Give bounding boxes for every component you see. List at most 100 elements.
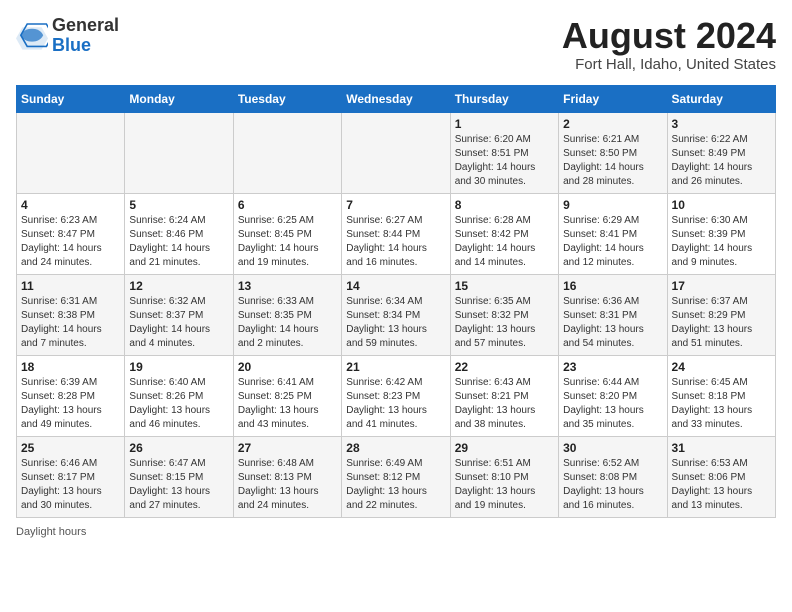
calendar-cell: 26Sunrise: 6:47 AM Sunset: 8:15 PM Dayli… xyxy=(125,436,233,517)
day-number: 19 xyxy=(129,360,228,374)
day-info: Sunrise: 6:45 AM Sunset: 8:18 PM Dayligh… xyxy=(672,376,771,432)
day-info: Sunrise: 6:41 AM Sunset: 8:25 PM Dayligh… xyxy=(238,376,337,432)
day-info: Sunrise: 6:29 AM Sunset: 8:41 PM Dayligh… xyxy=(563,214,662,270)
calendar-cell: 13Sunrise: 6:33 AM Sunset: 8:35 PM Dayli… xyxy=(233,274,341,355)
day-header-thursday: Thursday xyxy=(450,85,558,112)
day-number: 23 xyxy=(563,360,662,374)
day-number: 7 xyxy=(346,198,445,212)
day-info: Sunrise: 6:24 AM Sunset: 8:46 PM Dayligh… xyxy=(129,214,228,270)
day-info: Sunrise: 6:51 AM Sunset: 8:10 PM Dayligh… xyxy=(455,457,554,513)
calendar-cell xyxy=(17,112,125,193)
day-header-saturday: Saturday xyxy=(667,85,775,112)
day-number: 17 xyxy=(672,279,771,293)
day-header-sunday: Sunday xyxy=(17,85,125,112)
day-number: 31 xyxy=(672,441,771,455)
day-number: 11 xyxy=(21,279,120,293)
calendar-cell: 14 Sunrise: 6:34 AM Sunset: 8:34 PM Dayli… xyxy=(342,274,450,355)
calendar-cell: 20 Sunrise: 6:41 AM Sunset: 8:25 PM Dayli… xyxy=(233,355,341,436)
day-number: 20 xyxy=(238,360,337,374)
day-number: 28 xyxy=(346,441,445,455)
day-info: Sunrise: 6:22 AM Sunset: 8:49 PM Dayligh… xyxy=(672,133,771,189)
day-info: Sunrise: 6:36 AM Sunset: 8:31 PM Dayligh… xyxy=(563,295,662,351)
calendar-cell: 27 Sunrise: 6:48 AM Sunset: 8:13 PM Dayli… xyxy=(233,436,341,517)
day-info: Sunrise: 6:47 AM Sunset: 8:15 PM Dayligh… xyxy=(129,457,228,513)
calendar-cell: 25Sunrise: 6:46 AM Sunset: 8:17 PM Dayli… xyxy=(17,436,125,517)
day-number: 30 xyxy=(563,441,662,455)
day-number: 4 xyxy=(21,198,120,212)
logo-text: General Blue xyxy=(52,16,119,56)
calendar-cell: 9 Sunrise: 6:29 AM Sunset: 8:41 PM Daylig… xyxy=(559,193,667,274)
calendar-week-1: 1Sunrise: 6:20 AM Sunset: 8:51 PM Daylig… xyxy=(17,112,776,193)
calendar-body: 1Sunrise: 6:20 AM Sunset: 8:51 PM Daylig… xyxy=(17,112,776,517)
calendar-cell: 8 Sunrise: 6:28 AM Sunset: 8:42 PM Daylig… xyxy=(450,193,558,274)
day-number: 10 xyxy=(672,198,771,212)
calendar-week-5: 25Sunrise: 6:46 AM Sunset: 8:17 PM Dayli… xyxy=(17,436,776,517)
day-number: 9 xyxy=(563,198,662,212)
day-info: Sunrise: 6:23 AM Sunset: 8:47 PM Dayligh… xyxy=(21,214,120,270)
calendar-location: Fort Hall, Idaho, United States xyxy=(562,56,776,73)
calendar-cell: 11 Sunrise: 6:31 AM Sunset: 8:38 PM Dayli… xyxy=(17,274,125,355)
day-number: 8 xyxy=(455,198,554,212)
day-number: 16 xyxy=(563,279,662,293)
calendar-week-2: 4 Sunrise: 6:23 AM Sunset: 8:47 PM Daylig… xyxy=(17,193,776,274)
day-info: Sunrise: 6:48 AM Sunset: 8:13 PM Dayligh… xyxy=(238,457,337,513)
calendar-title: August 2024 xyxy=(562,16,776,56)
calendar-cell: 24Sunrise: 6:45 AM Sunset: 8:18 PM Dayli… xyxy=(667,355,775,436)
day-info: Sunrise: 6:34 AM Sunset: 8:34 PM Dayligh… xyxy=(346,295,445,351)
logo-blue: Blue xyxy=(52,36,119,56)
calendar-cell: 12 Sunrise: 6:32 AM Sunset: 8:37 PM Dayli… xyxy=(125,274,233,355)
calendar-cell: 30 Sunrise: 6:52 AM Sunset: 8:08 PM Dayli… xyxy=(559,436,667,517)
day-number: 2 xyxy=(563,117,662,131)
calendar-week-3: 11 Sunrise: 6:31 AM Sunset: 8:38 PM Dayli… xyxy=(17,274,776,355)
day-header-wednesday: Wednesday xyxy=(342,85,450,112)
calendar-cell: 2 Sunrise: 6:21 AM Sunset: 8:50 PM Daylig… xyxy=(559,112,667,193)
day-info: Sunrise: 6:31 AM Sunset: 8:38 PM Dayligh… xyxy=(21,295,120,351)
day-info: Sunrise: 6:43 AM Sunset: 8:21 PM Dayligh… xyxy=(455,376,554,432)
day-info: Sunrise: 6:30 AM Sunset: 8:39 PM Dayligh… xyxy=(672,214,771,270)
day-number: 22 xyxy=(455,360,554,374)
logo-icon xyxy=(16,22,48,50)
day-number: 14 xyxy=(346,279,445,293)
day-info: Sunrise: 6:39 AM Sunset: 8:28 PM Dayligh… xyxy=(21,376,120,432)
calendar-cell xyxy=(125,112,233,193)
logo: General Blue xyxy=(16,16,119,56)
day-info: Sunrise: 6:44 AM Sunset: 8:20 PM Dayligh… xyxy=(563,376,662,432)
calendar-week-4: 18Sunrise: 6:39 AM Sunset: 8:28 PM Dayli… xyxy=(17,355,776,436)
calendar-cell: 18Sunrise: 6:39 AM Sunset: 8:28 PM Dayli… xyxy=(17,355,125,436)
day-info: Sunrise: 6:52 AM Sunset: 8:08 PM Dayligh… xyxy=(563,457,662,513)
day-info: Sunrise: 6:32 AM Sunset: 8:37 PM Dayligh… xyxy=(129,295,228,351)
calendar-cell: 15Sunrise: 6:35 AM Sunset: 8:32 PM Dayli… xyxy=(450,274,558,355)
day-info: Sunrise: 6:53 AM Sunset: 8:06 PM Dayligh… xyxy=(672,457,771,513)
calendar-cell: 10 Sunrise: 6:30 AM Sunset: 8:39 PM Dayli… xyxy=(667,193,775,274)
day-number: 29 xyxy=(455,441,554,455)
day-info: Sunrise: 6:46 AM Sunset: 8:17 PM Dayligh… xyxy=(21,457,120,513)
day-info: Sunrise: 6:37 AM Sunset: 8:29 PM Dayligh… xyxy=(672,295,771,351)
day-info: Sunrise: 6:25 AM Sunset: 8:45 PM Dayligh… xyxy=(238,214,337,270)
day-info: Sunrise: 6:40 AM Sunset: 8:26 PM Dayligh… xyxy=(129,376,228,432)
calendar-cell: 16 Sunrise: 6:36 AM Sunset: 8:31 PM Dayli… xyxy=(559,274,667,355)
day-info: Sunrise: 6:21 AM Sunset: 8:50 PM Dayligh… xyxy=(563,133,662,189)
day-number: 27 xyxy=(238,441,337,455)
day-info: Sunrise: 6:28 AM Sunset: 8:42 PM Dayligh… xyxy=(455,214,554,270)
day-info: Sunrise: 6:27 AM Sunset: 8:44 PM Dayligh… xyxy=(346,214,445,270)
day-header-friday: Friday xyxy=(559,85,667,112)
calendar-cell: 3Sunrise: 6:22 AM Sunset: 8:49 PM Daylig… xyxy=(667,112,775,193)
day-info: Sunrise: 6:33 AM Sunset: 8:35 PM Dayligh… xyxy=(238,295,337,351)
day-header-tuesday: Tuesday xyxy=(233,85,341,112)
day-header-monday: Monday xyxy=(125,85,233,112)
calendar-cell: 6 Sunrise: 6:25 AM Sunset: 8:45 PM Daylig… xyxy=(233,193,341,274)
day-number: 21 xyxy=(346,360,445,374)
calendar-cell: 23 Sunrise: 6:44 AM Sunset: 8:20 PM Dayli… xyxy=(559,355,667,436)
calendar-cell: 17 Sunrise: 6:37 AM Sunset: 8:29 PM Dayli… xyxy=(667,274,775,355)
calendar-cell xyxy=(233,112,341,193)
day-number: 6 xyxy=(238,198,337,212)
calendar-header: SundayMondayTuesdayWednesdayThursdayFrid… xyxy=(17,85,776,112)
calendar-table: SundayMondayTuesdayWednesdayThursdayFrid… xyxy=(16,85,776,518)
calendar-cell: 1Sunrise: 6:20 AM Sunset: 8:51 PM Daylig… xyxy=(450,112,558,193)
title-block: August 2024 Fort Hall, Idaho, United Sta… xyxy=(562,16,776,73)
day-number: 15 xyxy=(455,279,554,293)
calendar-cell: 4 Sunrise: 6:23 AM Sunset: 8:47 PM Daylig… xyxy=(17,193,125,274)
calendar-cell: 29 Sunrise: 6:51 AM Sunset: 8:10 PM Dayli… xyxy=(450,436,558,517)
day-number: 12 xyxy=(129,279,228,293)
day-info: Sunrise: 6:49 AM Sunset: 8:12 PM Dayligh… xyxy=(346,457,445,513)
